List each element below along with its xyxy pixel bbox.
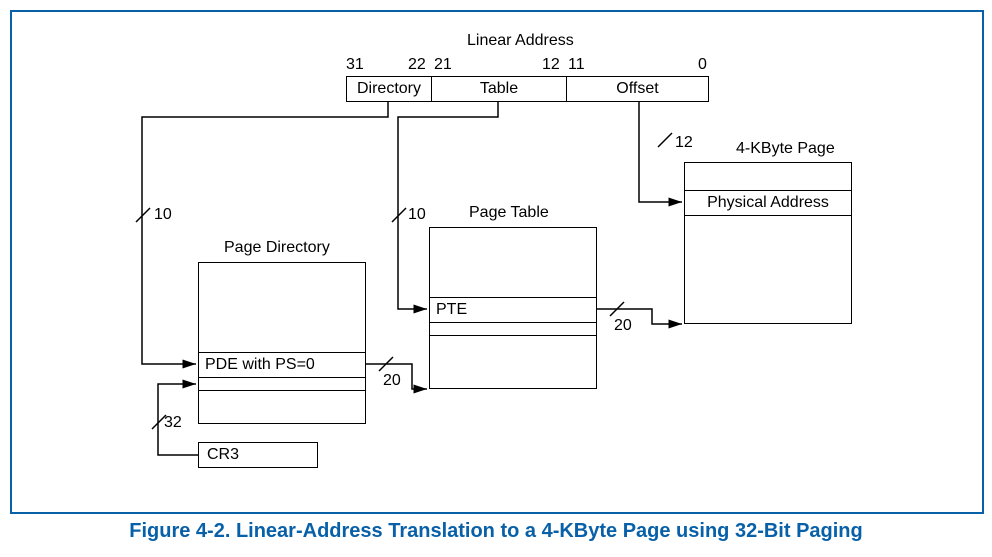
figure-caption: Figure 4-2. Linear-Address Translation t…	[10, 520, 982, 543]
arrows-svg	[12, 12, 982, 512]
diagram-frame: Linear Address 31 22 21 12 11 0 Director…	[10, 10, 984, 514]
